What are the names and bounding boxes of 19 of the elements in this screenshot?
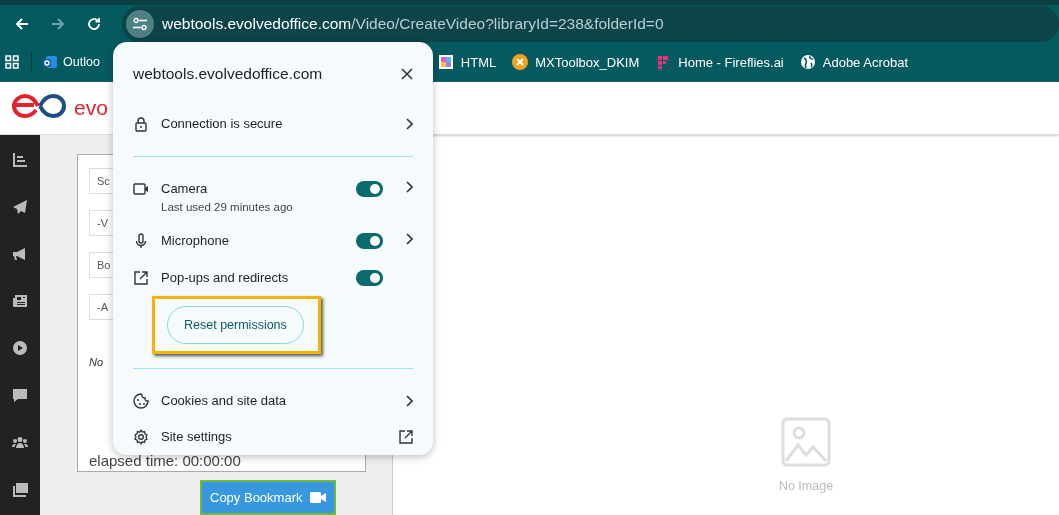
cookies-row[interactable]: Cookies and site data bbox=[133, 382, 413, 419]
bookmark[interactable]: Home - Fireflies.ai bbox=[647, 54, 792, 70]
bookmark[interactable]: Outloo bbox=[40, 54, 108, 70]
connection-label: Connection is secure bbox=[161, 116, 284, 132]
site-settings-label: Site settings bbox=[161, 429, 233, 445]
permission-label: Camera bbox=[161, 180, 209, 196]
logo-text: evo bbox=[74, 96, 108, 120]
permission-label: Pop-ups and redirects bbox=[161, 269, 290, 285]
permission-label: Microphone bbox=[161, 233, 230, 249]
url-text: webtools.evolvedoffice.com/Video/CreateVideo?libraryId=238&folderId=0 bbox=[162, 14, 664, 33]
cookies-label: Cookies and site data bbox=[161, 393, 288, 409]
bookmark[interactable]: MXToolbox_DKIM bbox=[504, 54, 648, 70]
connection-row[interactable]: Connection is secure bbox=[133, 105, 413, 142]
last-used-text: Last used 29 minutes ago bbox=[161, 200, 294, 213]
note-text: No bbox=[89, 356, 105, 368]
no-image-text: No Image bbox=[778, 479, 834, 493]
bookmark[interactable]: Adobe Acrobat bbox=[791, 54, 917, 70]
popup-title: webtools.evolvedoffice.com bbox=[133, 64, 323, 83]
address-bar[interactable]: webtools.evolvedoffice.com/Video/CreateVideo?libraryId=238&folderId=0 bbox=[122, 5, 1059, 42]
